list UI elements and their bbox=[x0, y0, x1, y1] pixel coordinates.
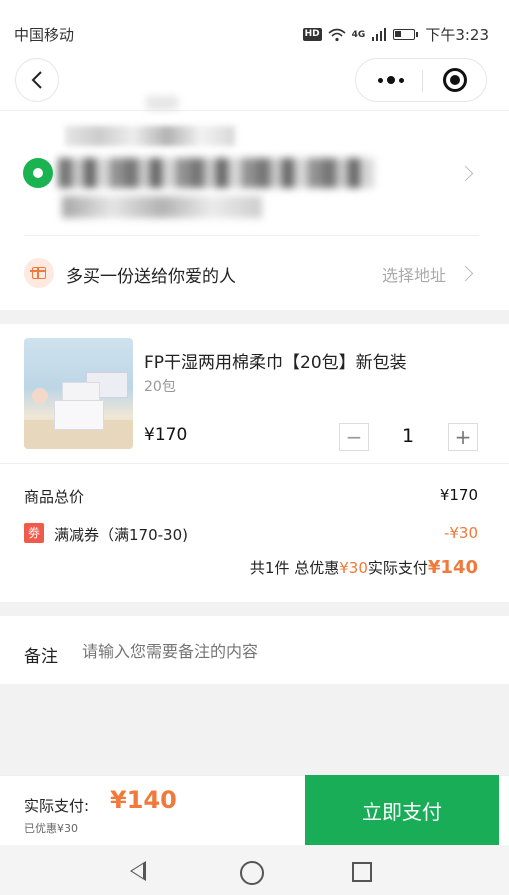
product-price: ¥170 bbox=[144, 425, 188, 445]
pay-amount: ¥140 bbox=[110, 786, 177, 814]
address-phone-blurred bbox=[62, 196, 262, 218]
quantity-value: 1 bbox=[401, 425, 415, 447]
wifi-icon bbox=[328, 28, 346, 41]
quantity-increase-button[interactable]: + bbox=[448, 423, 478, 451]
clock: 下午3:23 bbox=[425, 26, 489, 44]
section-gap bbox=[0, 310, 509, 324]
note-input[interactable] bbox=[82, 642, 462, 661]
circle-home-icon[interactable] bbox=[240, 861, 264, 885]
network-type: 4G bbox=[351, 29, 366, 40]
saved-amount: 已优惠¥30 bbox=[24, 822, 78, 835]
gift-row-label: 多买一份送给你爱的人 bbox=[66, 267, 236, 287]
summary-prefix: 共1件 总优惠 bbox=[249, 559, 340, 577]
status-icons: HD 4G 下午3:23 bbox=[302, 24, 489, 45]
thumbnail-box bbox=[54, 400, 104, 430]
pay-now-button[interactable]: 立即支付 bbox=[305, 775, 499, 845]
divider bbox=[0, 463, 509, 464]
quantity-decrease-button[interactable]: − bbox=[339, 423, 369, 451]
address-name-blurred bbox=[65, 126, 235, 146]
battery-icon bbox=[393, 29, 419, 40]
hd-icon: HD bbox=[302, 28, 322, 41]
signal-icon bbox=[372, 28, 387, 41]
blurred-text bbox=[146, 96, 178, 110]
goods-total-label: 商品总价 bbox=[24, 488, 85, 506]
square-recent-icon[interactable] bbox=[352, 862, 372, 882]
address-line-blurred bbox=[58, 158, 374, 188]
mini-program-capsule bbox=[355, 58, 487, 102]
location-pin-icon bbox=[23, 158, 53, 188]
triangle-back-icon[interactable] bbox=[130, 861, 146, 881]
note-label: 备注 bbox=[24, 647, 58, 667]
chevron-right-icon bbox=[457, 265, 474, 282]
product-thumbnail[interactable] bbox=[24, 338, 133, 449]
pay-label: 实际支付: bbox=[24, 797, 90, 815]
divider bbox=[24, 235, 479, 236]
header-divider bbox=[0, 110, 509, 111]
coupon-label[interactable]: 满减券（满170-30) bbox=[54, 524, 188, 545]
summary-total: ¥140 bbox=[427, 557, 478, 578]
section-gap bbox=[0, 602, 509, 616]
summary-discount: ¥30 bbox=[339, 559, 368, 577]
empty-area bbox=[0, 684, 509, 775]
more-dots-icon[interactable] bbox=[374, 69, 408, 91]
product-spec: 20包 bbox=[144, 379, 176, 395]
carrier-name: 中国移动 bbox=[14, 26, 75, 44]
back-button[interactable] bbox=[15, 58, 59, 102]
coupon-icon: 劵 bbox=[24, 523, 44, 543]
summary-mid: 实际支付 bbox=[367, 559, 428, 577]
capsule-divider bbox=[422, 70, 423, 92]
target-circle-icon[interactable] bbox=[443, 68, 467, 92]
gift-icon bbox=[24, 258, 54, 288]
select-address-link[interactable]: 选择地址 bbox=[382, 262, 446, 286]
goods-total-value: ¥170 bbox=[439, 486, 478, 504]
coupon-value: -¥30 bbox=[443, 524, 478, 542]
status-bar: 中国移动 HD 4G 下午3:23 bbox=[0, 0, 509, 50]
order-summary: 共1件 总优惠 ¥30 实际支付 ¥140 bbox=[250, 557, 478, 578]
thumbnail-flower bbox=[32, 388, 48, 404]
chevron-left-icon bbox=[31, 71, 42, 89]
product-title: FP干湿两用棉柔巾【20包】新包装 bbox=[144, 353, 407, 373]
